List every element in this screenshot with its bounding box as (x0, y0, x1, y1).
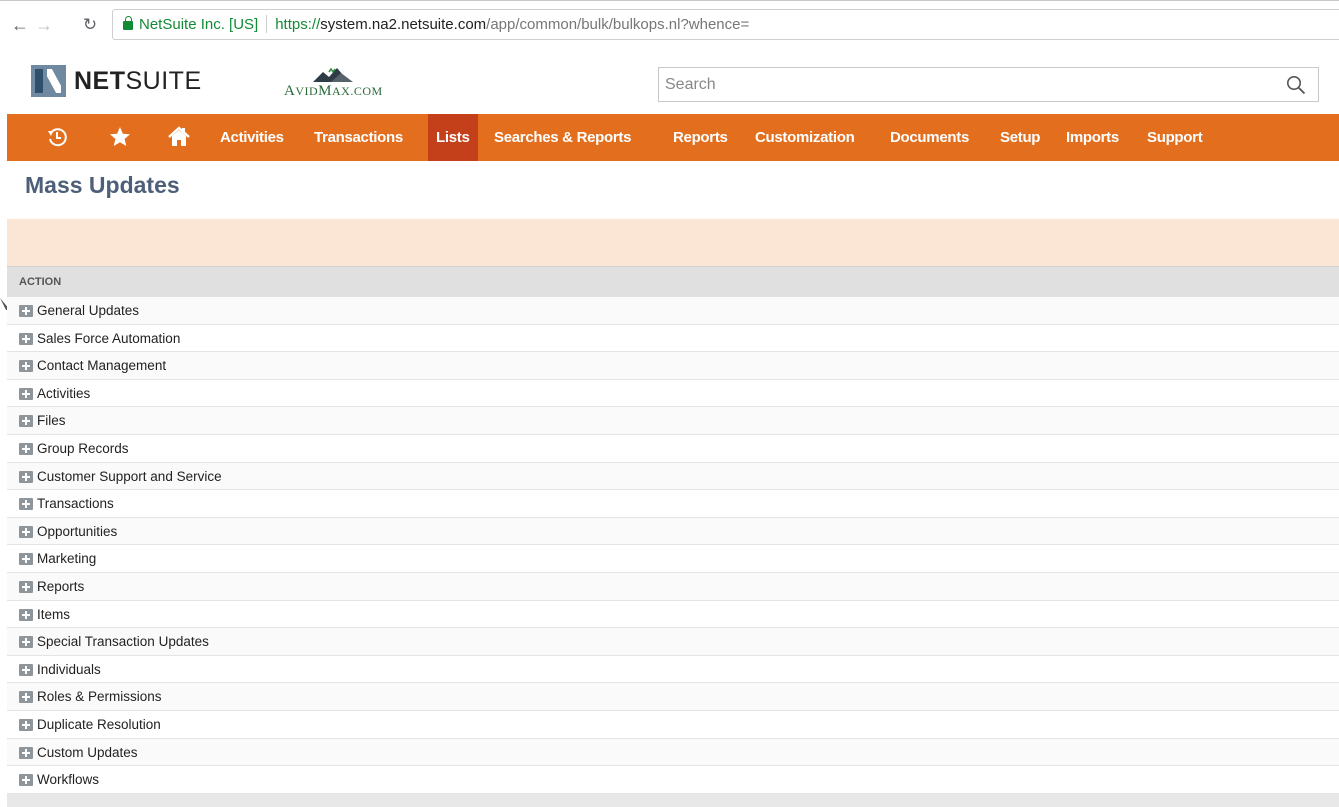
action-label: Individuals (37, 661, 101, 677)
list-footer (7, 794, 1339, 807)
nav-setup[interactable]: Setup (1000, 114, 1040, 161)
action-label: Duplicate Resolution (37, 716, 161, 732)
url-host: system.na2.netsuite.com (320, 16, 487, 33)
mountain-logo-icon (313, 67, 353, 82)
netsuite-logo-text: NETSUITE (74, 67, 202, 95)
expand-plus-icon[interactable] (19, 442, 33, 455)
action-label: Group Records (37, 440, 129, 456)
url-protocol: https:// (275, 16, 321, 33)
action-label: Contact Management (37, 358, 167, 374)
expand-plus-icon[interactable] (19, 387, 33, 400)
message-banner (7, 219, 1339, 266)
url-path: /app/common/bulk/bulkops.nl?whence= (486, 16, 750, 33)
action-row-reports[interactable]: Reports (7, 572, 1339, 601)
expand-plus-icon[interactable] (19, 718, 33, 731)
nav-reports[interactable]: Reports (673, 114, 728, 161)
nav-imports[interactable]: Imports (1066, 114, 1119, 161)
action-label: Sales Force Automation (37, 330, 181, 346)
app-header: NETSUITE AVIDMAX.COM (0, 48, 1339, 114)
action-row-contact-management[interactable]: Contact Management (7, 352, 1339, 380)
star-icon[interactable] (108, 125, 132, 149)
page-title: Mass Updates (25, 172, 180, 198)
home-icon[interactable] (167, 125, 191, 149)
nav-activities[interactable]: Activities (220, 114, 284, 161)
action-label: Custom Updates (37, 744, 138, 760)
global-search (658, 67, 1319, 102)
action-label: Activities (37, 385, 91, 401)
site-identity: NetSuite Inc. [US] (139, 16, 259, 33)
action-label: Items (37, 606, 71, 622)
action-label: General Updates (37, 303, 140, 318)
search-icon[interactable] (1286, 75, 1306, 95)
expand-plus-icon[interactable] (19, 360, 33, 373)
expand-plus-icon[interactable] (19, 746, 33, 759)
column-header-action: ACTION (19, 276, 62, 288)
expand-plus-icon[interactable] (19, 774, 33, 787)
action-label: Transactions (37, 496, 114, 512)
expand-plus-icon[interactable] (19, 415, 33, 428)
expand-plus-icon[interactable] (19, 470, 33, 483)
action-label: Marketing (37, 551, 97, 567)
nav-documents[interactable]: Documents (890, 114, 969, 161)
action-row-customer-support[interactable]: Customer Support and Service (7, 462, 1339, 491)
action-row-activities[interactable]: Activities (7, 379, 1339, 408)
nav-support[interactable]: Support (1147, 114, 1203, 161)
mass-update-action-list: General Updates Sales Force Automation C… (7, 297, 1339, 794)
action-label: Files (37, 413, 66, 429)
action-row-transactions[interactable]: Transactions (7, 490, 1339, 518)
action-row-special-transaction-updates[interactable]: Special Transaction Updates (7, 628, 1339, 656)
action-label: Reports (37, 578, 85, 594)
list-column-header: ACTION (7, 266, 1339, 297)
expand-plus-icon[interactable] (19, 332, 33, 345)
expand-plus-icon[interactable] (19, 553, 33, 566)
action-row-files[interactable]: Files (7, 407, 1339, 435)
nav-transactions[interactable]: Transactions (314, 114, 403, 161)
expand-plus-icon[interactable] (19, 663, 33, 676)
action-label: Opportunities (37, 523, 118, 539)
action-row-items[interactable]: Items (7, 600, 1339, 629)
expand-plus-icon[interactable] (19, 305, 33, 317)
browser-toolbar: ← → ↻ NetSuite Inc. [US] https://system.n… (0, 0, 1339, 48)
action-row-opportunities[interactable]: Opportunities (7, 517, 1339, 546)
action-label: Customer Support and Service (37, 468, 222, 484)
nav-customization[interactable]: Customization (755, 114, 855, 161)
expand-plus-icon[interactable] (19, 580, 33, 593)
action-row-marketing[interactable]: Marketing (7, 545, 1339, 573)
nav-lists[interactable]: Lists (428, 114, 478, 161)
action-row-group-records[interactable]: Group Records (7, 434, 1339, 463)
forward-arrow-icon[interactable]: → (34, 15, 54, 35)
lock-icon (123, 16, 133, 30)
back-arrow-icon[interactable]: ← (10, 15, 30, 35)
expand-plus-icon[interactable] (19, 525, 33, 538)
recent-records-icon[interactable] (45, 125, 69, 149)
action-row-workflows[interactable]: Workflows (7, 766, 1339, 794)
nav-searches-reports[interactable]: Searches & Reports (494, 114, 631, 161)
action-label: Special Transaction Updates (37, 634, 209, 650)
expand-plus-icon[interactable] (19, 498, 33, 511)
main-navigation: Activities Transactions Lists Searches &… (7, 114, 1339, 161)
expand-plus-icon[interactable] (19, 691, 33, 704)
action-label: Roles & Permissions (37, 689, 162, 705)
action-row-custom-updates[interactable]: Custom Updates (7, 738, 1339, 767)
partner-logo: AVIDMAX.COM (284, 66, 404, 102)
action-row-sales-force-automation[interactable]: Sales Force Automation (7, 324, 1339, 353)
action-label: Workflows (37, 772, 100, 788)
search-input[interactable] (659, 68, 1259, 101)
action-row-roles-permissions[interactable]: Roles & Permissions (7, 683, 1339, 711)
reload-icon[interactable]: ↻ (80, 15, 100, 35)
expand-plus-icon[interactable] (19, 608, 33, 621)
action-row-individuals[interactable]: Individuals (7, 655, 1339, 684)
action-row-general-updates[interactable]: General Updates (7, 297, 1339, 325)
expand-plus-icon[interactable] (19, 636, 33, 649)
netsuite-logo-mark-icon (31, 65, 66, 97)
address-bar[interactable]: NetSuite Inc. [US] https://system.na2.net… (112, 9, 1339, 40)
partner-logo-text: AVIDMAX.COM (284, 83, 383, 99)
address-separator (266, 15, 268, 33)
action-row-duplicate-resolution[interactable]: Duplicate Resolution (7, 710, 1339, 739)
